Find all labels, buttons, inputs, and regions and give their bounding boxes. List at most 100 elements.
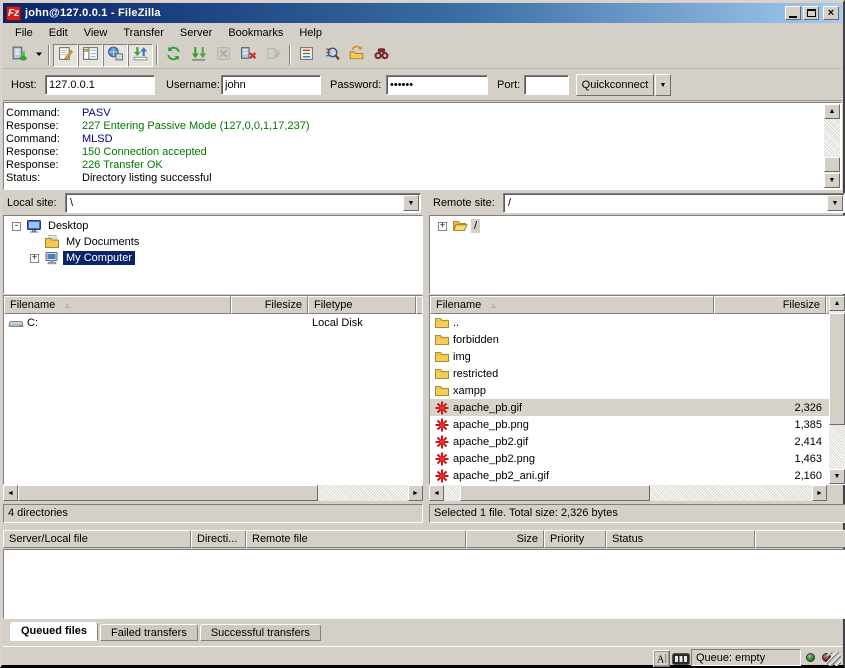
scrollbar-thumb[interactable]: [18, 485, 318, 501]
speed-limits-icon[interactable]: [672, 653, 690, 665]
filter-button[interactable]: [294, 44, 319, 67]
scrollbar-thumb[interactable]: [829, 313, 845, 425]
quickconnect-dropdown-button[interactable]: [655, 74, 671, 96]
log-line-message: PASV: [82, 107, 111, 119]
remote-site-combo[interactable]: /: [503, 193, 845, 213]
file-row-img[interactable]: img: [430, 348, 829, 365]
remote-horizontal-scrollbar[interactable]: [429, 485, 827, 501]
column-header-filesize[interactable]: Filesize: [714, 296, 826, 314]
refresh-button[interactable]: [161, 44, 186, 67]
host-input[interactable]: [45, 75, 155, 95]
local-site-combo[interactable]: \: [65, 193, 421, 213]
file-row-apache-pb2-png[interactable]: apache_pb2.png1,463: [430, 450, 829, 467]
remote-vertical-scrollbar[interactable]: [829, 296, 845, 484]
column-header-directi[interactable]: Directi...: [191, 530, 246, 548]
file-row-xampp[interactable]: xampp: [430, 382, 829, 399]
scrollbar-track[interactable]: [444, 485, 812, 501]
column-header-size[interactable]: Size: [466, 530, 544, 548]
tab-queued-files[interactable]: Queued files: [10, 622, 98, 641]
menu-item-edit[interactable]: Edit: [41, 25, 76, 41]
file-row-apache-pb2-ani-gif[interactable]: apache_pb2_ani.gif2,160: [430, 467, 829, 484]
column-header-status[interactable]: Status: [606, 530, 755, 548]
password-label: Password:: [330, 79, 381, 91]
log-line-message: MLSD: [82, 133, 113, 145]
username-input[interactable]: [221, 75, 321, 95]
scrollbar-thumb[interactable]: [824, 157, 840, 172]
process-queue-button[interactable]: [186, 44, 211, 67]
scroll-up-button[interactable]: [829, 296, 845, 311]
tab-failed-transfers[interactable]: Failed transfers: [100, 624, 198, 641]
column-header-filetype[interactable]: Filetype: [308, 296, 416, 314]
tree-expander-icon[interactable]: +: [30, 254, 39, 263]
column-header-filename[interactable]: Filename▵: [4, 296, 231, 314]
tree-expander-icon[interactable]: +: [438, 222, 447, 231]
file-row-c[interactable]: C:Local Disk: [4, 314, 422, 331]
column-header-label: Server/Local file: [9, 533, 88, 545]
toggle-message-log-button[interactable]: [53, 44, 78, 67]
file-row-apache-pb2-gif[interactable]: apache_pb2.gif2,414: [430, 433, 829, 450]
port-input[interactable]: [524, 75, 569, 95]
column-header-l[interactable]: L: [416, 296, 422, 314]
remote-site-dropdown-icon[interactable]: [827, 195, 843, 211]
scroll-down-button[interactable]: [824, 173, 840, 188]
toggle-remote-tree-button[interactable]: [103, 44, 128, 67]
scroll-left-button[interactable]: [429, 485, 444, 501]
scrollbar-track[interactable]: [18, 485, 408, 501]
reconnect-button: [261, 44, 286, 67]
column-header-label: Size: [517, 533, 538, 545]
compare-button[interactable]: [319, 44, 344, 67]
tree-expander-icon[interactable]: -: [12, 222, 21, 231]
scroll-right-button[interactable]: [408, 485, 423, 501]
column-header-server-local-file[interactable]: Server/Local file: [3, 530, 191, 548]
minimize-button[interactable]: [785, 6, 801, 20]
column-header-filesize[interactable]: Filesize: [231, 296, 308, 314]
log-line-message: Directory listing successful: [82, 172, 212, 184]
site-manager-button[interactable]: [7, 44, 32, 67]
find-files-button[interactable]: [369, 44, 394, 67]
menu-item-bookmarks[interactable]: Bookmarks: [220, 25, 291, 41]
log-line-message: 226 Transfer OK: [82, 159, 163, 171]
scroll-down-button[interactable]: [829, 469, 845, 484]
menu-item-view[interactable]: View: [76, 25, 116, 41]
log-line: Command:PASV: [6, 107, 823, 120]
column-header-filename[interactable]: Filename▵: [430, 296, 714, 314]
menu-item-file[interactable]: File: [7, 25, 41, 41]
maximize-button[interactable]: [803, 6, 819, 20]
file-row-apache-pb-gif[interactable]: apache_pb.gif2,326: [430, 399, 829, 416]
column-header-priority[interactable]: Priority: [544, 530, 606, 548]
scrollbar-track[interactable]: [824, 119, 840, 173]
password-input[interactable]: [386, 75, 488, 95]
toggle-transfer-queue-button[interactable]: [128, 44, 153, 67]
menu-item-transfer[interactable]: Transfer: [115, 25, 172, 41]
scroll-up-button[interactable]: [824, 104, 840, 119]
site-manager-dropdown-button[interactable]: [32, 44, 45, 67]
tree-item-desktop[interactable]: -Desktop: [4, 218, 422, 234]
sync-browsing-button[interactable]: [344, 44, 369, 67]
file-row-forbidden[interactable]: forbidden: [430, 331, 829, 348]
quickconnect-button[interactable]: Quickconnect: [576, 74, 654, 96]
local-horizontal-scrollbar[interactable]: [3, 485, 423, 501]
file-name: forbidden: [453, 334, 499, 346]
image-file-icon: [434, 468, 450, 484]
tab-successful-transfers[interactable]: Successful transfers: [200, 624, 321, 641]
column-header-remote-file[interactable]: Remote file: [246, 530, 466, 548]
tree-item-my-computer[interactable]: +My Computer: [4, 250, 422, 266]
menu-item-help[interactable]: Help: [291, 25, 330, 41]
close-button[interactable]: ×: [823, 6, 839, 20]
tree-item-[interactable]: +/: [430, 218, 845, 234]
menu-item-server[interactable]: Server: [172, 25, 220, 41]
scrollbar-thumb[interactable]: [460, 485, 650, 501]
data-type-icon[interactable]: A: [653, 650, 670, 667]
tree-item-my-documents[interactable]: My Documents: [4, 234, 422, 250]
scroll-right-button[interactable]: [812, 485, 827, 501]
file-row-apache-pb-png[interactable]: apache_pb.png1,385: [430, 416, 829, 433]
resize-grip[interactable]: [827, 652, 841, 666]
scrollbar-track[interactable]: [829, 311, 845, 469]
file-row-[interactable]: ..: [430, 314, 829, 331]
local-site-dropdown-icon[interactable]: [403, 195, 419, 211]
disconnect-button[interactable]: [236, 44, 261, 67]
file-row-restricted[interactable]: restricted: [430, 365, 829, 382]
toggle-local-tree-button[interactable]: [78, 44, 103, 67]
log-vertical-scrollbar[interactable]: [824, 104, 840, 188]
scroll-left-button[interactable]: [3, 485, 18, 501]
